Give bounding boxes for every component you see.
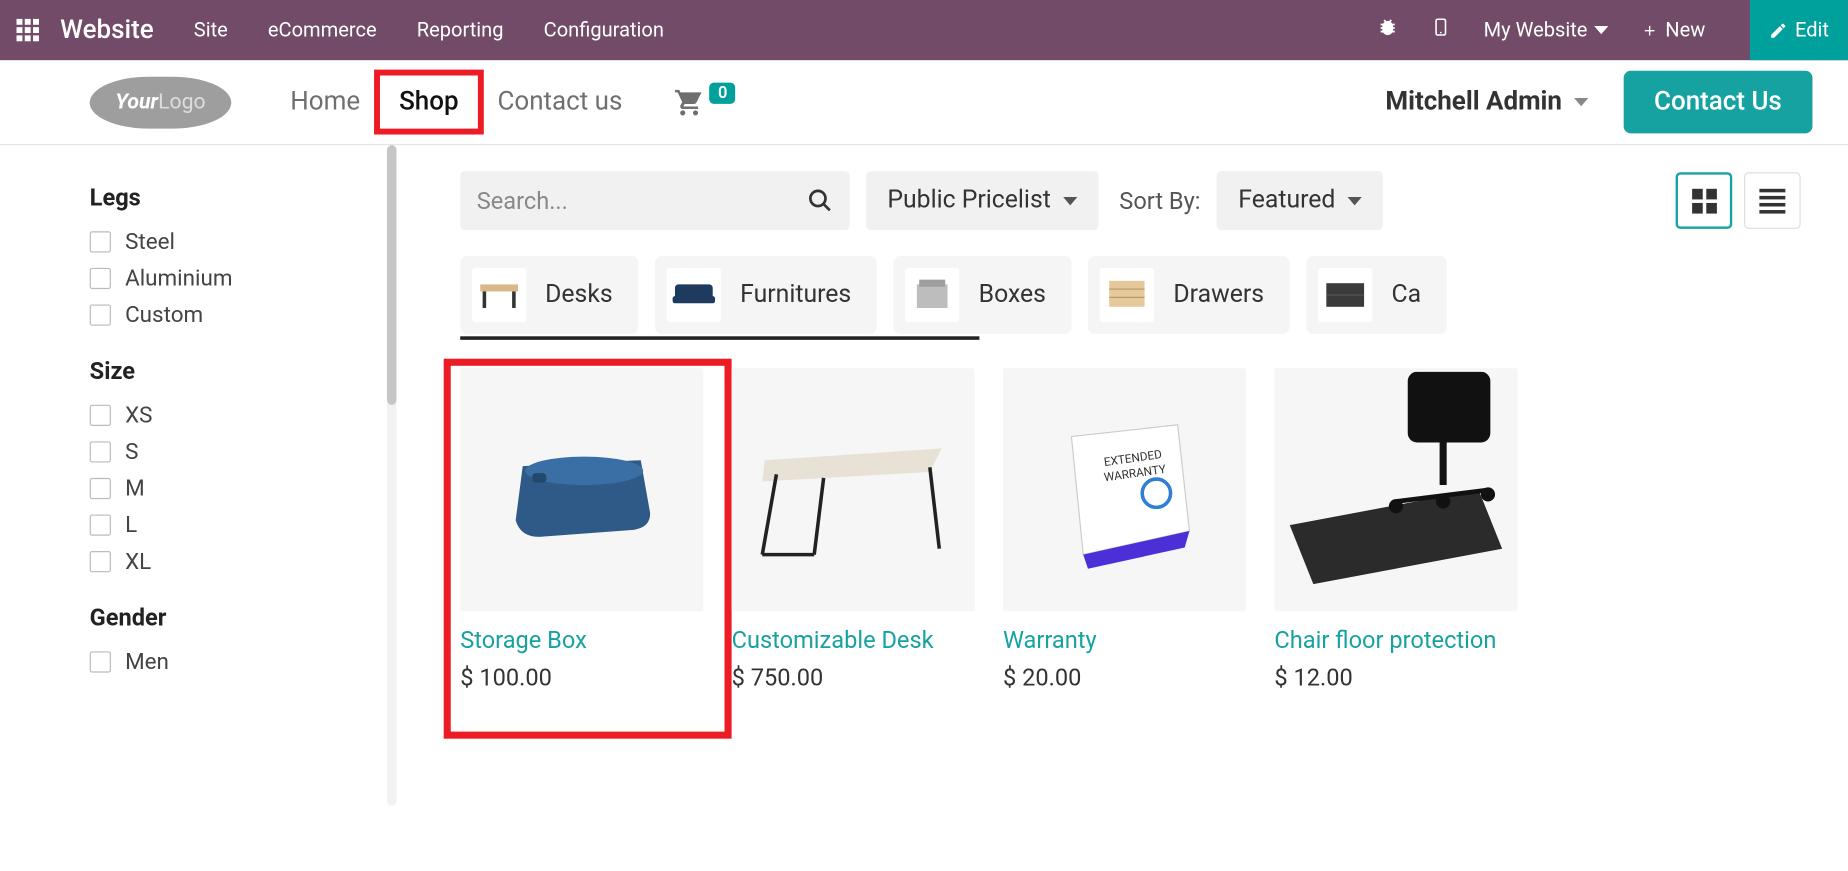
checkbox-icon [90,514,111,535]
shop-main: Search... Public Pricelist Sort By: Feat… [396,145,1847,691]
site-header: YourLogo Home Shop Contact us 0 Mitchell… [0,60,1848,145]
grid-icon [1692,188,1717,213]
menu-site[interactable]: Site [194,18,228,42]
filter-opt-xs[interactable]: XS [90,401,397,428]
filter-group-size: Size [90,356,397,384]
nav-home[interactable]: Home [278,80,371,124]
category-thumb [472,268,526,322]
checkbox-icon [90,477,111,498]
product-title: Customizable Desk [732,625,975,653]
grid-view-button[interactable] [1676,172,1733,229]
product-title: Chair floor protection [1274,625,1517,653]
category-thumb [667,268,721,322]
product-price: $ 12.00 [1274,663,1517,691]
cart-icon [674,87,705,118]
sort-selector[interactable]: Featured [1217,171,1383,230]
filter-opt-m[interactable]: M [90,474,397,501]
filter-opt-xl[interactable]: XL [90,548,397,575]
top-menu: Site eCommerce Reporting Configuration [194,18,664,42]
search-input[interactable]: Search... [460,171,849,230]
checkbox-icon [90,550,111,571]
menu-configuration[interactable]: Configuration [544,18,664,42]
category-desks[interactable]: Desks [460,256,638,334]
list-view-button[interactable] [1744,172,1801,229]
user-name: Mitchell Admin [1385,87,1562,116]
new-button[interactable]: New [1642,18,1706,42]
chevron-down-icon [1347,196,1361,204]
product-image [460,368,703,611]
checkbox-icon [90,231,111,252]
website-selector[interactable]: My Website [1484,18,1609,42]
category-tabs: Desks Furnitures Boxes Drawers Ca [460,256,1800,334]
product-title: Storage Box [460,625,703,653]
apps-icon[interactable] [17,19,39,41]
new-button-label: New [1665,18,1705,42]
site-logo[interactable]: YourLogo [90,76,232,128]
filter-opt-s[interactable]: S [90,438,397,465]
sort-label: Sort By: [1119,186,1200,214]
cart-button[interactable]: 0 [674,87,735,118]
filter-opt-aluminium[interactable]: Aluminium [90,264,397,291]
list-icon [1759,188,1785,213]
chevron-down-icon [1595,26,1609,34]
product-image [732,368,975,611]
menu-reporting[interactable]: Reporting [417,18,504,42]
search-placeholder: Search... [477,186,568,214]
checkbox-icon [90,304,111,325]
checkbox-icon [90,267,111,288]
product-card-storage-box[interactable]: Storage Box $ 100.00 [460,368,703,691]
filter-group-gender: Gender [90,603,397,631]
app-name[interactable]: Website [60,15,153,44]
sidebar-scrollbar-thumb[interactable] [387,145,396,405]
product-grid: Storage Box $ 100.00 Customizable Desk $… [460,368,1800,691]
filter-opt-l[interactable]: L [90,511,397,538]
category-drawers[interactable]: Drawers [1088,256,1290,334]
product-title: Warranty [1003,625,1246,653]
product-card-warranty[interactable]: EXTENDEDWARRANTY Warranty $ 20.00 [1003,368,1246,691]
filter-group-legs: Legs [90,183,397,211]
filter-opt-men[interactable]: Men [90,648,397,675]
category-thumb [906,268,960,322]
website-selector-label: My Website [1484,18,1588,42]
mobile-icon[interactable] [1432,15,1451,44]
category-furnitures[interactable]: Furnitures [655,256,877,334]
nav-contact[interactable]: Contact us [486,80,634,124]
site-nav: Home Shop Contact us [278,70,634,135]
category-thumb [1318,268,1372,322]
checkbox-icon [90,441,111,462]
contact-us-button[interactable]: Contact Us [1623,71,1812,134]
user-menu[interactable]: Mitchell Admin [1385,87,1588,116]
product-card-customizable-desk[interactable]: Customizable Desk $ 750.00 [732,368,975,691]
product-price: $ 100.00 [460,663,703,691]
category-thumb [1100,268,1154,322]
edit-button[interactable]: Edit [1750,0,1848,60]
product-price: $ 750.00 [732,663,975,691]
app-topbar: Website Site eCommerce Reporting Configu… [0,0,1848,60]
cart-count: 0 [710,82,736,103]
product-image [1274,368,1517,611]
category-boxes[interactable]: Boxes [894,256,1072,334]
nav-shop[interactable]: Shop [374,70,483,135]
bug-icon[interactable] [1377,17,1398,44]
checkbox-icon [90,651,111,672]
sort-value: Featured [1238,186,1335,214]
search-icon [807,188,833,214]
edit-button-label: Edit [1795,18,1829,42]
product-price: $ 20.00 [1003,663,1246,691]
shop-toolbar: Search... Public Pricelist Sort By: Feat… [460,171,1800,230]
pricelist-label: Public Pricelist [887,186,1051,214]
checkbox-icon [90,404,111,425]
filter-opt-custom[interactable]: Custom [90,301,397,328]
chevron-down-icon [1574,98,1588,106]
pricelist-selector[interactable]: Public Pricelist [866,171,1098,230]
category-more[interactable]: Ca [1306,256,1447,334]
product-card-chair-floor-protection[interactable]: Chair floor protection $ 12.00 [1274,368,1517,691]
product-image: EXTENDEDWARRANTY [1003,368,1246,611]
category-underline [460,336,979,340]
menu-ecommerce[interactable]: eCommerce [268,18,377,42]
filter-opt-steel[interactable]: Steel [90,228,397,255]
chevron-down-icon [1063,196,1077,204]
filter-sidebar: Legs Steel Aluminium Custom Size XS S M … [0,145,396,691]
